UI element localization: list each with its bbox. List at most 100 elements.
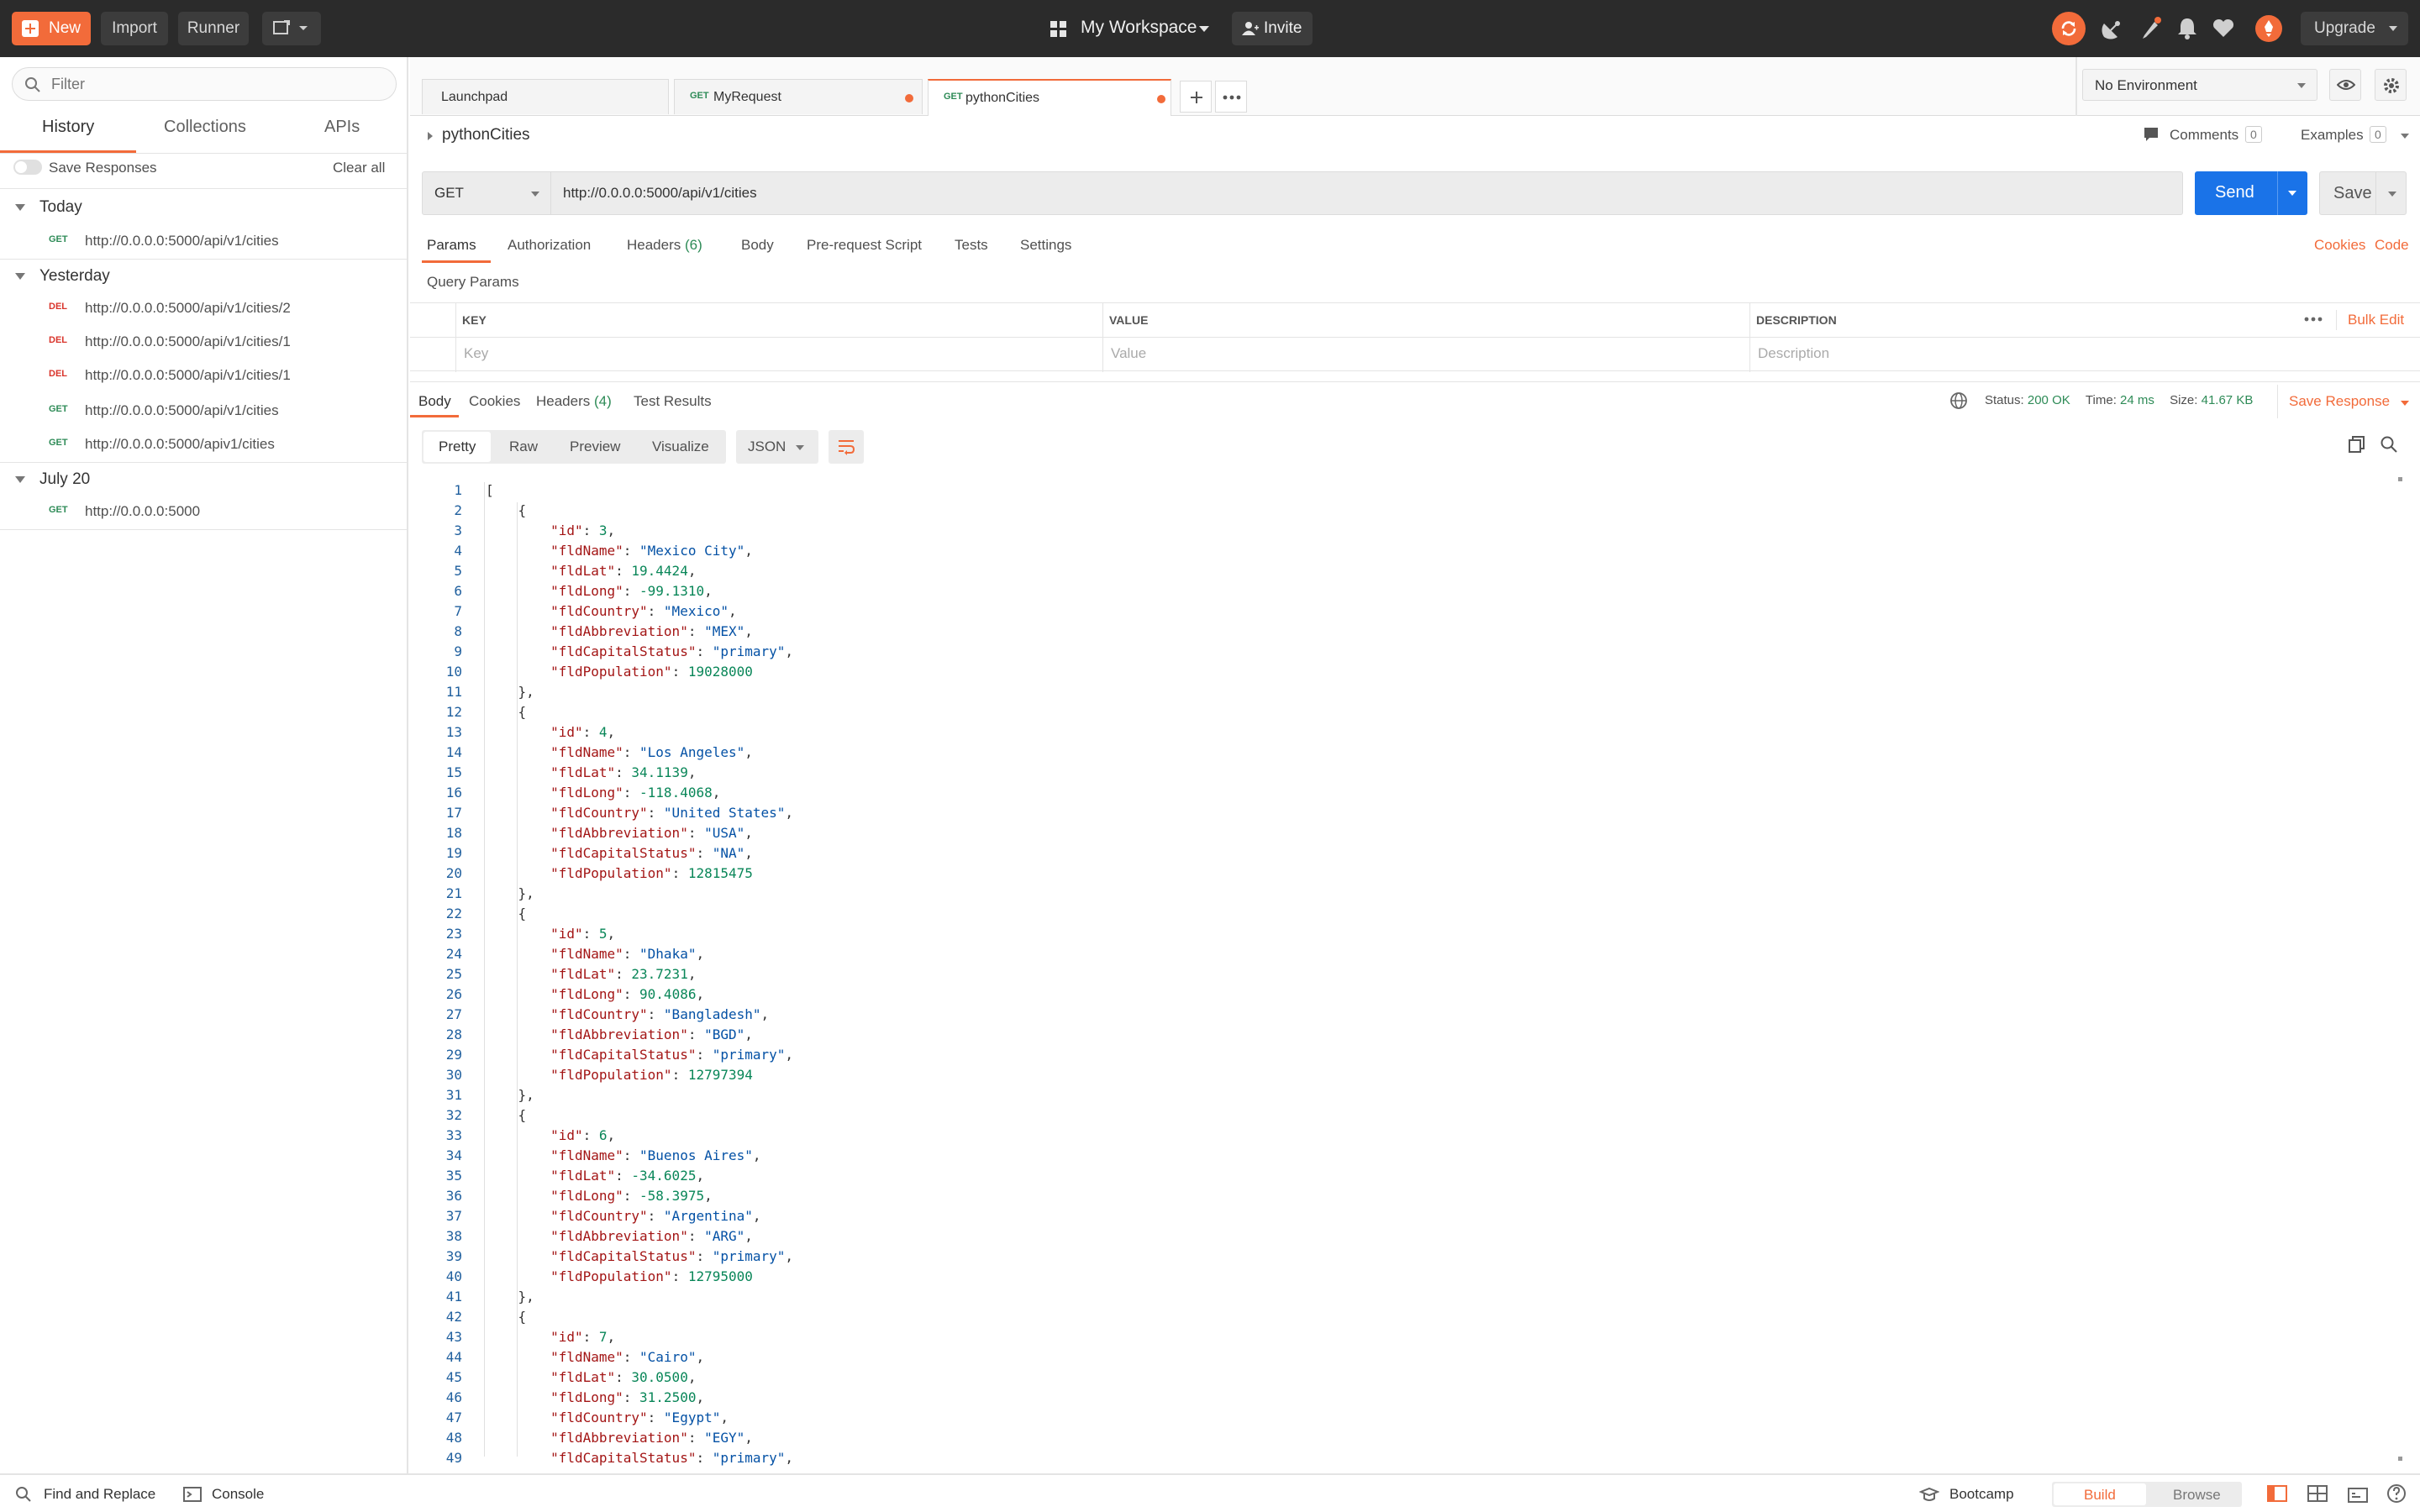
tab-launchpad[interactable]: Launchpad [422, 79, 669, 114]
code-line: }, [486, 684, 534, 700]
format-select[interactable]: JSON [736, 430, 818, 464]
bulk-edit-link[interactable]: Bulk Edit [2348, 312, 2404, 328]
tab-myrequest[interactable]: GET MyRequest [674, 79, 923, 114]
chevron-down-icon[interactable] [2287, 190, 2297, 197]
line-number: 42 [445, 1309, 462, 1325]
console-button[interactable]: Console [183, 1483, 284, 1505]
response-tab-cookies[interactable]: Cookies [469, 393, 520, 410]
response-tab-body[interactable]: Body [418, 393, 451, 410]
settings-icon[interactable] [2348, 1485, 2368, 1504]
builder-menu-button[interactable] [262, 12, 321, 45]
url-input[interactable]: http://0.0.0.0:5000/api/v1/cities [551, 171, 2183, 215]
tab-settings[interactable]: Settings [1020, 237, 1071, 254]
tab-options-button[interactable] [1215, 81, 1247, 113]
history-item[interactable]: GET http://0.0.0.0:5000 [0, 496, 407, 529]
runner-button[interactable]: Runner [178, 12, 249, 45]
request-name[interactable]: pythonCities [442, 126, 530, 144]
import-button[interactable]: Import [101, 12, 168, 45]
tab-body[interactable]: Body [741, 237, 774, 254]
filter-input[interactable] [51, 73, 379, 95]
copy-icon[interactable] [2348, 435, 2366, 454]
wrap-lines-button[interactable] [829, 430, 864, 464]
view-preview[interactable]: Preview [570, 438, 620, 455]
upgrade-button[interactable]: Upgrade [2301, 12, 2408, 45]
new-button[interactable]: New [12, 12, 91, 45]
heart-icon[interactable] [2212, 18, 2235, 39]
help-icon[interactable] [2386, 1483, 2407, 1504]
tab-apis[interactable]: APIs [324, 118, 360, 137]
history-item[interactable]: DEL http://0.0.0.0:5000/api/v1/cities/1 [0, 360, 407, 393]
find-replace-label: Find and Replace [44, 1486, 156, 1502]
globe-icon[interactable] [1949, 391, 1968, 410]
tab-pre-request-script[interactable]: Pre-request Script [807, 237, 922, 254]
tab-headers[interactable]: Headers (6) [627, 237, 702, 254]
tab-params[interactable]: Params [427, 237, 476, 254]
tab-collections[interactable]: Collections [164, 118, 246, 137]
build-mode[interactable]: Build [2054, 1483, 2146, 1505]
new-icon [22, 20, 39, 37]
avatar[interactable] [2255, 15, 2282, 42]
two-pane-icon[interactable] [2307, 1485, 2328, 1504]
send-button[interactable]: Send [2195, 171, 2307, 215]
history-group-today[interactable]: Today [0, 192, 407, 225]
bootcamp-button[interactable]: Bootcamp [1919, 1483, 2037, 1505]
environment-quick-look[interactable] [2329, 69, 2361, 101]
code-line: "fldLong": -99.1310, [550, 583, 713, 599]
description-input[interactable]: Description [1758, 345, 1829, 362]
more-icon[interactable] [2304, 317, 2323, 322]
new-tab-button[interactable] [1180, 81, 1212, 113]
bell-icon[interactable] [2176, 17, 2198, 40]
save-responses-toggle[interactable] [13, 160, 42, 175]
invite-button[interactable]: Invite [1232, 12, 1313, 45]
pen-icon[interactable] [2139, 15, 2163, 40]
environment-label: No Environment [2095, 77, 2197, 93]
value-input[interactable]: Value [1111, 345, 1146, 362]
tab-label: Launchpad [441, 90, 508, 104]
save-label: Save [2333, 184, 2372, 202]
manage-environments[interactable] [2375, 69, 2407, 101]
filter-field[interactable] [12, 67, 397, 101]
chevron-down-icon[interactable] [2387, 191, 2397, 197]
code-scrollbar[interactable] [2395, 474, 2405, 1465]
history-item[interactable]: GET http://0.0.0.0:5000/api/v1/cities [0, 225, 407, 259]
response-tab-headers[interactable]: Headers (4) [536, 393, 612, 410]
browse-mode[interactable]: Browse [2173, 1487, 2221, 1504]
active-tab-indicator [422, 260, 491, 263]
response-body-viewer[interactable]: 1 [2 {3 "id": 3, 4 "fldName": "Mexico City… [412, 472, 2386, 1466]
layout-icon[interactable] [2267, 1485, 2287, 1504]
code-link[interactable]: Code [2375, 237, 2409, 254]
tab-authorization[interactable]: Authorization [508, 237, 591, 254]
chevron-right-icon[interactable] [427, 131, 434, 141]
workspace-switcher[interactable]: My Workspace [1050, 12, 1215, 45]
sync-button[interactable] [2052, 12, 2086, 45]
format-label: JSON [748, 438, 786, 454]
response-tab-test-results[interactable]: Test Results [634, 393, 712, 410]
history-group-yesterday[interactable]: Yesterday [0, 260, 407, 294]
cookies-link[interactable]: Cookies [2314, 237, 2365, 254]
method-badge: GET [49, 438, 68, 448]
view-raw[interactable]: Raw [509, 438, 538, 455]
history-item[interactable]: GET http://0.0.0.0:5000/api/v1/cities [0, 395, 407, 428]
history-item[interactable]: GET http://0.0.0.0:5000/apiv1/cities [0, 428, 407, 462]
history-url: http://0.0.0.0:5000/api/v1/cities/1 [85, 333, 291, 349]
code-line: "fldLong": -118.4068, [550, 785, 721, 801]
save-button[interactable]: Save [2319, 171, 2407, 215]
divider [0, 153, 407, 154]
comments-button[interactable]: Comments 0 [2141, 124, 2262, 148]
view-pretty[interactable]: Pretty [439, 438, 476, 455]
tab-pythoncities[interactable]: GET pythonCities [928, 79, 1171, 116]
response-tab-headers-label: Headers [536, 393, 591, 409]
examples-button[interactable]: Examples 0 [2286, 124, 2412, 148]
search-icon[interactable] [2380, 435, 2398, 454]
environment-select[interactable]: No Environment [2082, 69, 2317, 101]
history-item[interactable]: DEL http://0.0.0.0:5000/api/v1/cities/2 [0, 292, 407, 326]
clear-all-button[interactable]: Clear all [333, 160, 385, 176]
key-input[interactable]: Key [464, 345, 488, 362]
tab-tests[interactable]: Tests [955, 237, 988, 254]
save-response-button[interactable]: Save Response [2289, 391, 2412, 413]
view-visualize[interactable]: Visualize [652, 438, 709, 455]
history-group-july-20[interactable]: July 20 [0, 464, 407, 497]
satellite-icon[interactable] [2101, 17, 2124, 40]
history-item[interactable]: DEL http://0.0.0.0:5000/api/v1/cities/1 [0, 326, 407, 360]
method-select[interactable]: GET [422, 171, 551, 215]
